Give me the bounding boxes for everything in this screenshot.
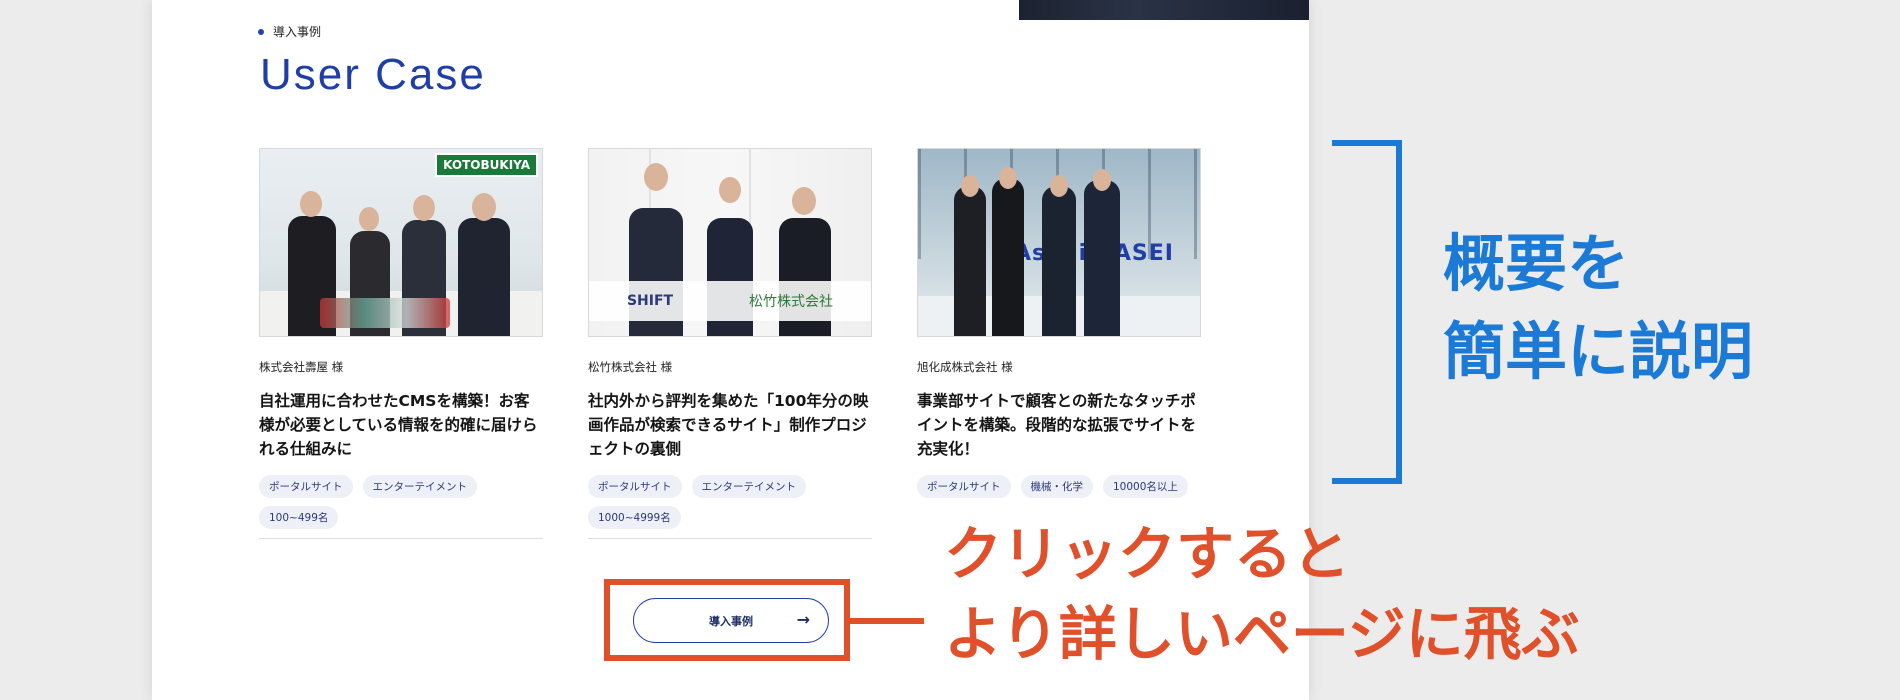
tag[interactable]: 100~499名	[259, 506, 339, 529]
bullet-dot-icon	[258, 28, 264, 35]
shochiku-logo: 松竹株式会社	[749, 294, 834, 310]
tag-list: ポータルサイト 機械・化学 10000名以上	[917, 475, 1201, 498]
tag[interactable]: ポータルサイト	[917, 475, 1011, 498]
case-card[interactable]: SHIFT 松竹株式会社 松竹株式会社 様 社内外から評判を集めた「100年分の…	[588, 148, 872, 539]
tag[interactable]: 1000~4999名	[588, 506, 681, 529]
client-name: 株式会社壽屋 様	[259, 360, 344, 374]
section-heading: User Case	[260, 50, 486, 99]
annotation-highlight-box	[604, 579, 850, 661]
case-card[interactable]: Asahi KASEI 旭化成株式会社 様 事業部サイトで顧客との新たなタッチポ…	[917, 148, 1201, 498]
case-title[interactable]: 自社運用に合わせたCMSを構築！お客様が必要としている情報を的確に届けられる仕組…	[259, 389, 543, 461]
tag[interactable]: ポータルサイト	[588, 475, 682, 498]
eyebrow-label: 導入事例	[273, 25, 322, 39]
card-divider	[588, 538, 872, 539]
tag[interactable]: 10000名以上	[1103, 475, 1188, 498]
tag[interactable]: エンターテイメント	[691, 475, 806, 498]
section-eyebrow: 導入事例	[258, 23, 321, 40]
card-divider	[259, 538, 543, 539]
callout-line: 概要を	[1443, 227, 1630, 300]
shift-logo: SHIFT	[626, 293, 674, 309]
annotation-click-callout: クリックすると より詳しいページに飛ぶ	[944, 514, 1580, 674]
case-title[interactable]: 事業部サイトで顧客との新たなタッチポイントを構築。段階的な拡張でサイトを充実化！	[917, 389, 1201, 461]
case-photo[interactable]: SHIFT 松竹株式会社	[588, 148, 872, 337]
tag[interactable]: 機械・化学	[1020, 475, 1093, 498]
client-name: 旭化成株式会社 様	[917, 360, 1013, 374]
case-photo[interactable]: KOTOBUKIYA	[259, 148, 543, 337]
case-card[interactable]: KOTOBUKIYA 株式会社壽屋 様 自社運用に合わせたCMSを構築！お客様が…	[259, 148, 543, 539]
tag[interactable]: ポータルサイト	[259, 475, 353, 498]
case-title[interactable]: 社内外から評判を集めた「100年分の映画作品が検索できるサイト」制作プロジェクト…	[588, 389, 872, 461]
annotation-summary-callout: 概要を 簡単に説明	[1443, 220, 1753, 396]
case-photo[interactable]: Asahi KASEI	[917, 148, 1201, 337]
tag-list: ポータルサイト エンターテイメント 1000~4999名	[588, 475, 872, 529]
kotobukiya-logo: KOTOBUKIYA	[435, 153, 538, 177]
callout-line: クリックすると	[944, 520, 1351, 588]
annotation-bracket	[1332, 140, 1402, 484]
callout-line: 簡単に説明	[1443, 315, 1754, 388]
tag-list: ポータルサイト エンターテイメント 100~499名	[259, 475, 543, 529]
client-name: 松竹株式会社 様	[588, 360, 673, 374]
tag[interactable]: エンターテイメント	[362, 475, 477, 498]
hero-image-edge	[1019, 0, 1309, 20]
annotation-connector-line	[850, 618, 924, 624]
callout-line: より詳しいページに飛ぶ	[944, 600, 1580, 668]
